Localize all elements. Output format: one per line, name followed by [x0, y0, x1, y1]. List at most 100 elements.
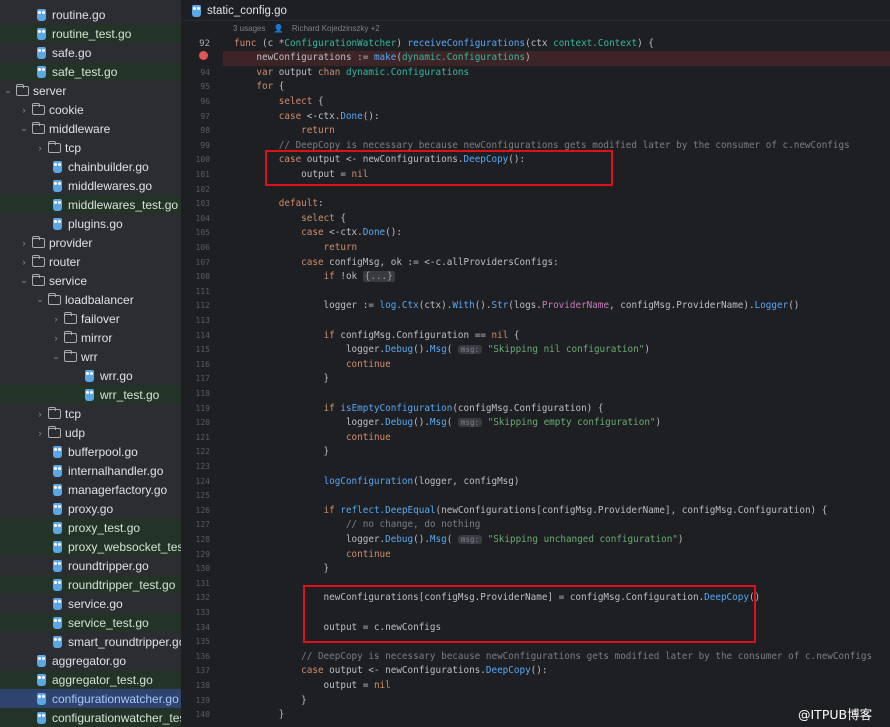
line-number[interactable]: 99 [183, 141, 210, 150]
line-number[interactable]: 132 [183, 593, 210, 602]
tree-file[interactable]: wrr_test.go [0, 385, 181, 404]
code-line[interactable]: } [234, 372, 330, 387]
line-number[interactable]: 104 [183, 214, 210, 223]
code-line[interactable]: // no change, do nothing [234, 518, 480, 533]
tree-folder[interactable]: ⌄ middleware [0, 119, 181, 138]
code-line[interactable]: // DeepCopy is necessary because newConf… [234, 139, 850, 154]
code-line[interactable]: } [234, 694, 307, 709]
tree-folder[interactable]: ⌄ wrr [0, 347, 181, 366]
chevron-down-icon[interactable]: ⌄ [50, 351, 62, 362]
line-number[interactable]: 134 [183, 623, 210, 632]
code-line[interactable]: case <-ctx.Done(): [234, 226, 402, 241]
code-line[interactable]: select { [234, 212, 346, 227]
code-line[interactable]: default: [234, 197, 324, 212]
line-number[interactable]: 118 [183, 389, 210, 398]
tree-file[interactable]: chainbuilder.go [0, 157, 181, 176]
tree-file[interactable]: proxy_websocket_test [0, 537, 181, 556]
code-line[interactable]: newConfigurations := make(dynamic.Config… [223, 51, 890, 66]
chevron-right-icon[interactable]: › [50, 333, 62, 343]
tree-file[interactable]: aggregator.go [0, 651, 181, 670]
line-number[interactable]: 97 [183, 112, 210, 121]
line-number[interactable]: 122 [183, 447, 210, 456]
line-number[interactable]: 101 [183, 170, 210, 179]
line-number[interactable]: 121 [183, 433, 210, 442]
line-number[interactable]: 105 [183, 228, 210, 237]
line-number[interactable]: 111 [183, 287, 210, 296]
chevron-right-icon[interactable]: › [34, 143, 46, 153]
tree-file[interactable]: smart_roundtripper.go [0, 632, 181, 651]
project-tree[interactable]: routine.go routine_test.go safe.go safe_tes… [0, 0, 182, 727]
line-number[interactable]: 92 [183, 39, 210, 49]
tree-file[interactable]: plugins.go [0, 214, 181, 233]
chevron-right-icon[interactable]: › [18, 257, 30, 267]
code-line[interactable]: logger.Debug().Msg( msg: "Skipping nil c… [234, 343, 650, 358]
code-line[interactable]: logger := log.Ctx(ctx).With().Str(logs.P… [234, 299, 800, 314]
code-line[interactable]: continue [234, 548, 391, 563]
tree-file[interactable]: aggregator_test.go [0, 670, 181, 689]
line-number[interactable]: 106 [183, 243, 210, 252]
line-number[interactable]: 140 [183, 710, 210, 719]
code-line[interactable]: newConfigurations[configMsg.ProviderName… [234, 591, 761, 606]
tree-file[interactable]: proxy_test.go [0, 518, 181, 537]
code-editor[interactable]: static_config.go 3 usages 👤 Richard Koje… [183, 0, 890, 727]
tree-file[interactable]: routine_test.go [0, 24, 181, 43]
code-line[interactable]: output = c.newConfigs [234, 621, 442, 636]
line-number[interactable]: 126 [183, 506, 210, 515]
tree-folder[interactable]: › provider [0, 233, 181, 252]
chevron-right-icon[interactable]: › [18, 238, 30, 248]
tree-file[interactable]: managerfactory.go [0, 480, 181, 499]
line-number[interactable]: 138 [183, 681, 210, 690]
code-line[interactable]: if reflect.DeepEqual(newConfigurations[c… [234, 504, 828, 519]
line-number[interactable]: 139 [183, 696, 210, 705]
tree-file[interactable]: roundtripper_test.go [0, 575, 181, 594]
line-number[interactable]: 124 [183, 477, 210, 486]
error-breakpoint-icon[interactable] [199, 51, 208, 60]
tree-file[interactable]: configurationwatcher_tes [0, 708, 181, 727]
usage-hint[interactable]: 3 usages 👤 Richard Kojedzinszky +2 [233, 24, 386, 33]
line-number[interactable]: 117 [183, 374, 210, 383]
tree-file[interactable]: roundtripper.go [0, 556, 181, 575]
code-line[interactable]: logger.Debug().Msg( msg: "Skipping uncha… [234, 533, 684, 548]
tree-folder[interactable]: › cookie [0, 100, 181, 119]
line-number[interactable]: 128 [183, 535, 210, 544]
line-number[interactable]: 114 [183, 331, 210, 340]
code-line[interactable]: return [234, 241, 358, 256]
chevron-down-icon[interactable]: ⌄ [34, 294, 46, 305]
chevron-right-icon[interactable]: › [18, 105, 30, 115]
tree-file[interactable]: proxy.go [0, 499, 181, 518]
tree-file[interactable]: safe.go [0, 43, 181, 62]
code-line[interactable]: case <-ctx.Done(): [234, 110, 380, 125]
code-line[interactable]: } [234, 708, 285, 723]
line-number[interactable]: 112 [183, 301, 210, 310]
tree-file[interactable]: middlewares.go [0, 176, 181, 195]
code-line[interactable]: output = nil [234, 679, 391, 694]
chevron-down-icon[interactable]: ⌄ [18, 275, 30, 286]
line-number[interactable]: 94 [183, 68, 210, 77]
code-line[interactable]: case configMsg, ok := <-c.allProvidersCo… [234, 256, 558, 271]
line-number[interactable]: 116 [183, 360, 210, 369]
tree-file[interactable]: internalhandler.go [0, 461, 181, 480]
code-line[interactable]: if configMsg.Configuration == nil { [234, 329, 520, 344]
line-number[interactable]: 133 [183, 608, 210, 617]
line-number[interactable]: 131 [183, 579, 210, 588]
line-number[interactable]: 120 [183, 418, 210, 427]
code-line[interactable]: return [234, 124, 335, 139]
code-line[interactable]: // DeepCopy is necessary because newConf… [234, 650, 872, 665]
line-number[interactable]: 107 [183, 258, 210, 267]
tree-folder[interactable]: › failover [0, 309, 181, 328]
tree-folder[interactable]: › mirror [0, 328, 181, 347]
line-number[interactable]: 100 [183, 155, 210, 164]
tree-file[interactable]: bufferpool.go [0, 442, 181, 461]
tree-folder[interactable]: › router [0, 252, 181, 271]
tree-folder[interactable]: ⌄ service [0, 271, 181, 290]
code-line[interactable]: if !ok {...} [234, 270, 395, 285]
code-line[interactable]: } [234, 445, 330, 460]
tree-file[interactable]: safe_test.go [0, 62, 181, 81]
tree-file[interactable]: wrr.go [0, 366, 181, 385]
code-line[interactable]: case output <- newConfigurations.DeepCop… [234, 153, 525, 168]
line-number[interactable]: 125 [183, 491, 210, 500]
chevron-right-icon[interactable]: › [34, 409, 46, 419]
tree-folder[interactable]: ⌄ server [0, 81, 181, 100]
code-line[interactable]: logger.Debug().Msg( msg: "Skipping empty… [234, 416, 661, 431]
line-number[interactable]: 98 [183, 126, 210, 135]
